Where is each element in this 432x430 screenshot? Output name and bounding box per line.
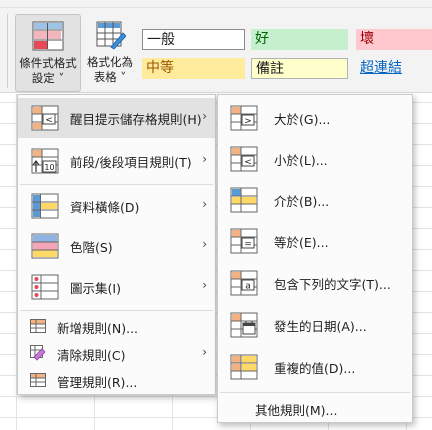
format-as-table-button[interactable]: 格式化為 表格 ˅ bbox=[85, 14, 135, 92]
menu-item-color-scales[interactable]: 色階(S) › bbox=[18, 226, 215, 266]
menu-separator bbox=[220, 392, 410, 393]
menu-item-label: 包含下列的文字(T)... bbox=[274, 277, 391, 292]
svg-text:=: = bbox=[244, 240, 252, 250]
menu-separator bbox=[20, 184, 213, 185]
menu-item-more-rules[interactable]: 其他規則(M)... bbox=[218, 395, 412, 421]
menu-item-highlight-cell-rules[interactable]: < 醒目提示儲存格規則(H) › bbox=[18, 98, 215, 138]
conditional-formatting-label: 條件式格式 設定 ˅ bbox=[19, 56, 77, 85]
format-as-table-label: 格式化為 表格 ˅ bbox=[87, 55, 133, 84]
menu-separator bbox=[20, 310, 213, 311]
style-note[interactable]: 備註 bbox=[251, 58, 348, 79]
menu-item-manage-rules[interactable]: 管理規則(R)... bbox=[18, 367, 215, 393]
menu-item-clear-rules[interactable]: 清除規則(C) › bbox=[18, 340, 215, 366]
menu-item-label: 前段/後段項目規則(T) bbox=[70, 155, 192, 170]
submenu-arrow-icon: › bbox=[202, 278, 207, 292]
submenu-arrow-icon: › bbox=[202, 109, 207, 123]
menu-item-label: 管理規則(R)... bbox=[57, 375, 138, 390]
submenu-arrow-icon: › bbox=[202, 152, 207, 166]
svg-text:<: < bbox=[244, 158, 252, 168]
format-as-table-icon bbox=[94, 20, 126, 50]
menu-item-icon-sets[interactable]: 圖示集(I) › bbox=[18, 267, 215, 307]
submenu-arrow-icon: › bbox=[202, 345, 207, 359]
menu-item-equal-to[interactable]: = 等於(E)... bbox=[218, 221, 412, 261]
color-scales-icon bbox=[31, 233, 59, 259]
ribbon-group-separator bbox=[0, 14, 8, 88]
data-bars-icon bbox=[31, 193, 59, 219]
date-occurring-icon bbox=[230, 312, 258, 338]
menu-item-label: 重複的值(D)... bbox=[274, 361, 356, 376]
top-bottom-icon: 10 bbox=[31, 148, 59, 174]
between-icon bbox=[230, 187, 258, 213]
ribbon: 條件式格式 設定 ˅ 格式化為 表格 ˅ 一般 好 壞 中等 備註 超連結 bbox=[0, 0, 432, 93]
menu-item-between[interactable]: 介於(B)... bbox=[218, 180, 412, 220]
menu-item-label: 等於(E)... bbox=[274, 235, 329, 250]
menu-item-less-than[interactable]: < 小於(L)... bbox=[218, 139, 412, 179]
conditional-formatting-menu: < 醒目提示儲存格規則(H) › 10 前段/後段項目規則(T) › 資料橫條(… bbox=[17, 94, 216, 395]
submenu-arrow-icon: › bbox=[202, 237, 207, 251]
icon-sets-icon bbox=[31, 274, 59, 300]
menu-item-label: 醒目提示儲存格規則(H) bbox=[70, 112, 202, 127]
menu-item-label: 新增規則(N)... bbox=[57, 321, 139, 336]
duplicate-values-icon bbox=[230, 354, 258, 380]
submenu-arrow-icon: › bbox=[202, 197, 207, 211]
menu-item-greater-than[interactable]: > 大於(G)... bbox=[218, 98, 412, 138]
menu-item-date-occurring[interactable]: 發生的日期(A)... bbox=[218, 305, 412, 345]
ribbon-top-strip bbox=[0, 0, 432, 8]
menu-item-duplicate-values[interactable]: 重複的值(D)... bbox=[218, 347, 412, 387]
greater-than-icon: > bbox=[230, 105, 258, 131]
menu-item-new-rule[interactable]: 新增規則(N)... bbox=[18, 313, 215, 339]
menu-item-label: 資料橫條(D) bbox=[70, 200, 140, 215]
svg-text:>: > bbox=[244, 117, 252, 127]
eraser-icon bbox=[30, 345, 46, 361]
new-rule-icon bbox=[30, 319, 46, 333]
style-normal[interactable]: 一般 bbox=[142, 29, 245, 50]
style-hyperlink[interactable]: 超連結 bbox=[356, 58, 432, 79]
menu-item-top-bottom-rules[interactable]: 10 前段/後段項目規則(T) › bbox=[18, 141, 215, 181]
menu-item-label: 大於(G)... bbox=[274, 112, 331, 127]
menu-item-label: 發生的日期(A)... bbox=[274, 319, 367, 334]
highlight-cells-icon: < bbox=[31, 105, 59, 131]
menu-item-label: 圖示集(I) bbox=[70, 281, 121, 296]
svg-text:10: 10 bbox=[44, 163, 54, 172]
manage-rules-icon bbox=[30, 373, 46, 387]
less-than-icon: < bbox=[230, 146, 258, 172]
style-good[interactable]: 好 bbox=[251, 29, 348, 50]
equal-to-icon: = bbox=[230, 228, 258, 254]
highlight-cell-rules-submenu: > 大於(G)... < 小於(L)... 介於(B)... = 等於(E)..… bbox=[217, 94, 413, 423]
text-contains-icon: a bbox=[230, 270, 258, 296]
menu-item-text-contains[interactable]: a 包含下列的文字(T)... bbox=[218, 263, 412, 303]
menu-item-label: 介於(B)... bbox=[274, 194, 330, 209]
svg-text:a: a bbox=[245, 282, 251, 292]
menu-item-label: 清除規則(C) bbox=[57, 348, 126, 363]
style-bad[interactable]: 壞 bbox=[356, 29, 432, 50]
menu-item-label: 色階(S) bbox=[70, 240, 113, 255]
svg-text:<: < bbox=[45, 116, 53, 126]
conditional-formatting-icon bbox=[32, 21, 64, 51]
menu-item-data-bars[interactable]: 資料橫條(D) › bbox=[18, 186, 215, 226]
style-neutral[interactable]: 中等 bbox=[142, 58, 245, 79]
menu-item-label: 其他規則(M)... bbox=[255, 403, 338, 418]
menu-item-label: 小於(L)... bbox=[274, 153, 328, 168]
conditional-formatting-button[interactable]: 條件式格式 設定 ˅ bbox=[15, 14, 81, 92]
